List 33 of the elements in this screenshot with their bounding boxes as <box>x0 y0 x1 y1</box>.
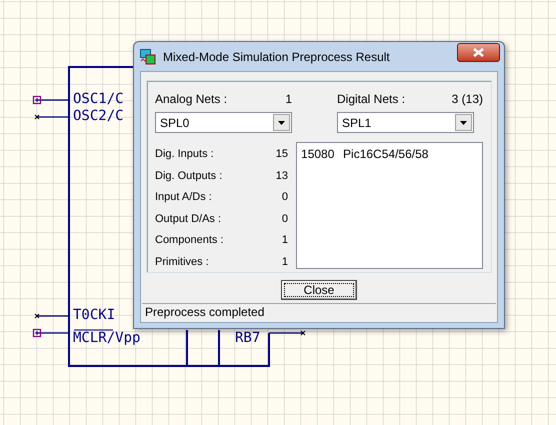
stat-value: 0 <box>282 190 288 205</box>
component-list[interactable]: 15080 Pic16C54/56/58 <box>296 142 483 269</box>
stat-value: 1 <box>282 254 288 270</box>
pin-line <box>37 332 69 334</box>
list-item-id: 15080 <box>301 146 336 163</box>
status-bar: Preprocess completed <box>142 303 496 321</box>
analog-nets-value: 1 <box>285 91 292 108</box>
window-title: Mixed-Mode Simulation Preprocess Result <box>163 48 391 66</box>
digital-nets-label: Digital Nets : <box>337 91 406 108</box>
close-button[interactable]: Close <box>281 280 357 300</box>
stat-value: 13 <box>276 168 288 184</box>
stat-label: Output D/As : <box>155 212 222 226</box>
stat-label: Dig. Outputs : <box>155 168 222 184</box>
stat-label: Primitives : <box>155 254 209 270</box>
net-dropdown[interactable]: SPL1 <box>337 112 474 133</box>
analog-nets-label: Analog Nets : <box>155 91 228 108</box>
list-item-name: Pic16C54/56/58 <box>343 146 428 163</box>
stat-label: Components : <box>155 233 224 248</box>
stat-value: 1 <box>282 233 288 248</box>
pin-label: OSC1/C <box>73 92 124 106</box>
digital-nets-value: 3 (13) <box>452 91 483 108</box>
pin-label: MCLR/Vpp <box>73 331 140 345</box>
stat-label: Dig. Inputs : <box>155 147 214 162</box>
pin-label: T0CKI <box>73 308 116 322</box>
stat-value: 0 <box>282 212 288 226</box>
stat-value: 15 <box>276 147 288 162</box>
pin-label: RB7 <box>235 331 260 345</box>
close-window-button[interactable] <box>457 43 500 62</box>
close-icon <box>473 48 484 57</box>
pin-label: OSC2/C <box>73 109 124 123</box>
app-icon <box>140 48 156 64</box>
net-dropdown[interactable]: SPL0 <box>155 112 292 133</box>
stat-label: Input A/Ds : <box>155 190 212 205</box>
